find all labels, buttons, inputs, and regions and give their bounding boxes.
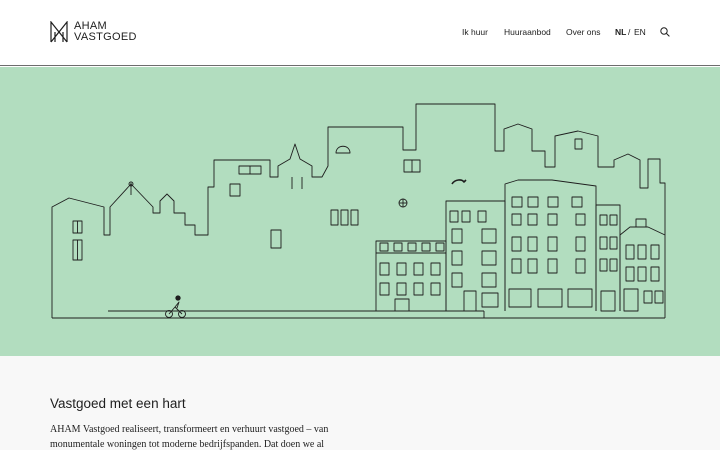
site-header: AHAM VASTGOED Ik huur Huuraanbod Over on… bbox=[0, 0, 720, 66]
intro-section: Vastgoed met een hart AHAM Vastgoed real… bbox=[0, 356, 720, 450]
nav-item-huuraanbod[interactable]: Huuraanbod bbox=[504, 27, 551, 38]
cyclist-figure bbox=[165, 295, 186, 318]
language-en-link[interactable]: EN bbox=[634, 27, 646, 38]
main-nav: Ik huur Huuraanbod Over ons NL / EN bbox=[0, 27, 720, 39]
window-grid-d bbox=[599, 214, 618, 312]
language-nl-link[interactable]: NL bbox=[615, 27, 626, 38]
window-grid-c bbox=[508, 196, 593, 308]
hero-banner bbox=[0, 67, 720, 356]
search-icon[interactable] bbox=[660, 27, 670, 37]
window-grid-b bbox=[449, 210, 499, 312]
intro-body: AHAM Vastgoed realiseert, transformeert … bbox=[50, 424, 329, 450]
intro-title: Vastgoed met een hart bbox=[50, 396, 186, 411]
canal-houses-illustration bbox=[51, 103, 666, 319]
nav-item-over-ons[interactable]: Over ons bbox=[566, 27, 601, 38]
nav-item-ik-huur[interactable]: Ik huur bbox=[462, 27, 488, 38]
language-separator: / bbox=[628, 27, 631, 37]
window-grid-e bbox=[623, 244, 664, 312]
